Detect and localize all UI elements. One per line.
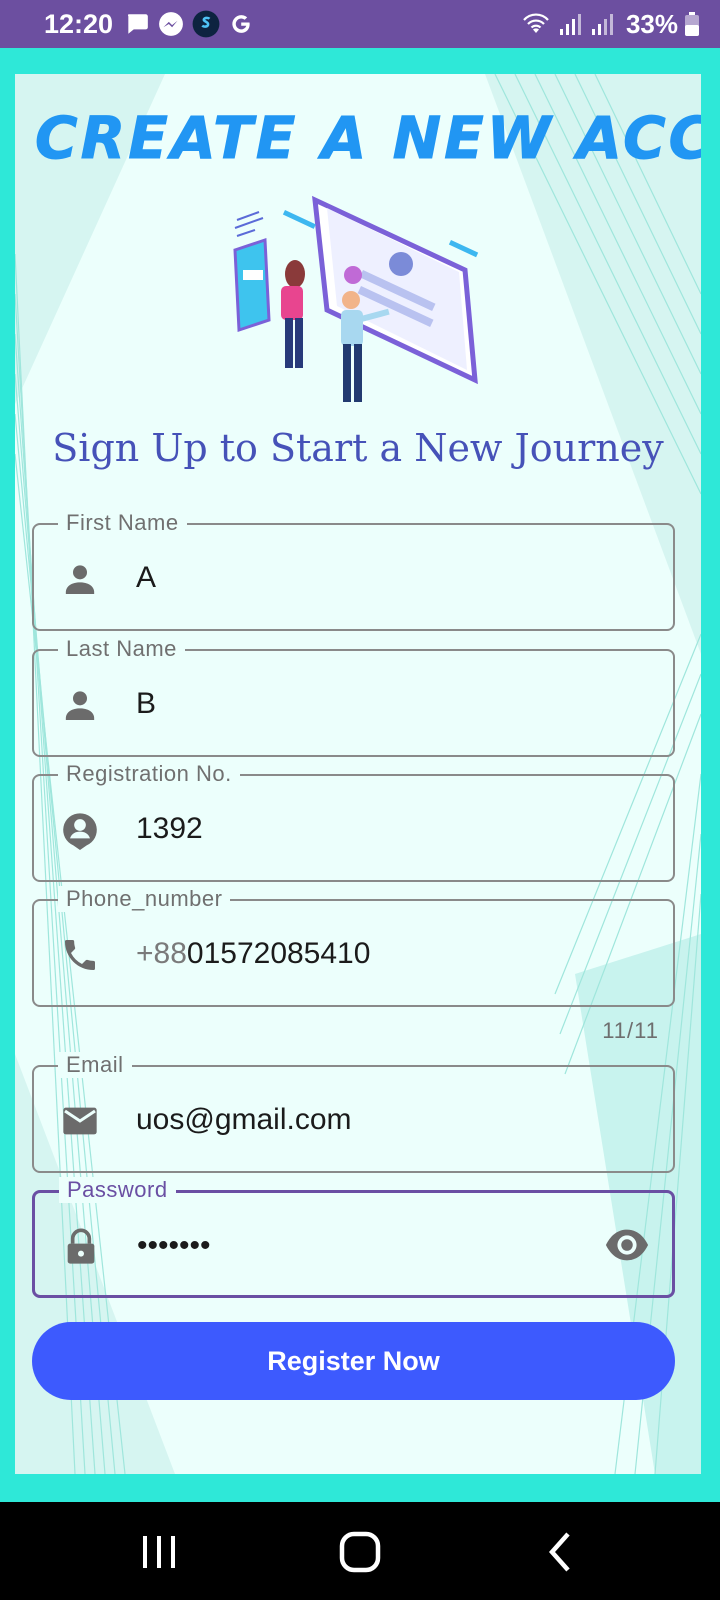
register-button[interactable]: Register Now [32,1322,675,1400]
registration-label: Registration No. [58,761,240,787]
password-label: Password [59,1177,176,1203]
home-icon[interactable] [338,1530,382,1574]
first-name-label: First Name [58,510,187,536]
lock-icon [67,1228,95,1264]
password-field[interactable]: Password ••••••• [32,1177,675,1298]
google-g-icon [232,15,250,33]
phone-number-value: 01572085410 [186,937,371,970]
first-name-field[interactable]: First Name A [32,510,675,631]
last-name-field[interactable]: Last Name B [32,636,675,757]
signup-illustration [233,195,479,402]
recent-apps-icon[interactable] [137,1530,181,1574]
registration-field[interactable]: Registration No. 1392 [32,761,675,882]
signal-icon [559,14,581,35]
person-icon [65,565,95,594]
email-label: Email [58,1052,132,1078]
wifi-icon [523,13,549,33]
app-s-icon [192,10,220,38]
system-icons: 33% [514,9,700,39]
person-icon [65,691,95,720]
last-name-input[interactable]: B [136,687,156,721]
battery-percent: 33% [625,8,678,39]
eye-icon[interactable] [604,1225,650,1265]
mail-icon [63,1107,97,1135]
email-input[interactable]: uos@gmail.com [136,1103,352,1137]
page-subtitle: Sign Up to Start a New Journey [52,426,664,470]
notification-icons [124,9,262,39]
battery-icon [685,12,699,36]
back-icon[interactable] [540,1530,584,1574]
messenger-icon [159,12,183,36]
account-circle-icon [63,813,97,850]
registration-input[interactable]: 1392 [136,812,203,846]
phone-prefix: +88 [136,937,187,970]
page-title: CREATE A NEW ACCOUNT [35,104,701,172]
status-time: 12:20 [44,9,114,39]
phone-icon [65,940,95,970]
password-input[interactable]: ••••••• [137,1229,211,1263]
phone-char-counter: 11/11 [602,1018,659,1043]
last-name-label: Last Name [58,636,185,662]
phone-input[interactable]: +8801572085410 [136,937,370,971]
chat-bubble-icon [128,14,148,34]
first-name-input[interactable]: A [136,561,156,595]
status-bar: 12:20 33% [0,0,720,48]
phone-field[interactable]: Phone_number +8801572085410 [32,886,675,1007]
signup-card: CREATE A NEW ACCOUNT Sign Up to Start a … [15,74,701,1474]
signal-icon [591,14,613,35]
email-field[interactable]: Email uos@gmail.com [32,1052,675,1173]
system-nav-bar [0,1502,720,1600]
phone-label: Phone_number [58,886,231,912]
